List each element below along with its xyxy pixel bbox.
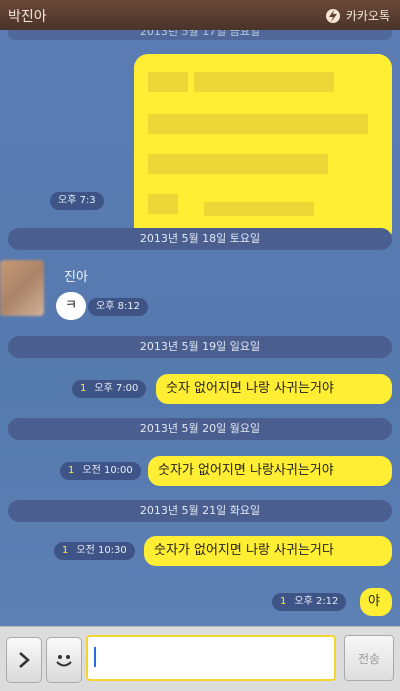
brand-logo: 카카오톡 [325,7,390,24]
message-time: 오전 10:30 [76,545,127,556]
kakaotalk-bolt-icon [325,8,340,23]
unread-count: 1 [80,383,87,394]
contact-name: 박진아 [8,9,47,25]
message-meta: 1 오전 10:00 [60,462,141,480]
date-divider: 2013년 5월 18일 토요일 [8,228,392,250]
outgoing-message-bubble[interactable]: 숫자가 없어지면 나랑사귀는거야 [148,456,392,486]
unread-count: 1 [62,545,69,556]
unread-count: 1 [68,465,75,476]
message-time: 오후 7:00 [94,383,139,394]
outgoing-message-bubble[interactable]: 숫자가 없어지면 나랑 사귀는거다 [144,536,392,566]
sender-name: 진아 [64,270,88,285]
emoticon-button[interactable] [46,637,82,683]
date-divider: 2013년 5월 21일 화요일 [8,500,392,522]
message-time: 오후 7:3 [58,195,96,206]
chat-area[interactable]: 2013년 5월 17일 금요일 오후 7:3 2013년 5월 18일 토요일… [0,30,400,626]
message-time: 오후 2:12 [294,596,339,607]
chevron-right-icon [19,652,30,668]
outgoing-message-bubble[interactable]: 야 [360,588,392,616]
composer-bar: 전송 [0,626,400,691]
chat-header: 박진아 카카오톡 [0,0,400,30]
incoming-message-bubble[interactable]: ㅋ [56,292,86,320]
expand-button[interactable] [6,637,42,683]
date-divider: 2013년 5월 19일 일요일 [8,336,392,358]
send-button[interactable]: 전송 [344,635,394,681]
outgoing-message-bubble[interactable]: 숫자 없어지면 나랑 사귀는거야 [156,374,392,404]
unread-count: 1 [280,596,287,607]
message-time: 오전 10:00 [82,465,133,476]
text-cursor [94,647,96,667]
blurred-message-bubble[interactable] [134,54,392,244]
smiley-icon [56,655,72,667]
message-time: 오후 8:12 [88,298,149,316]
message-meta: 1 오후 2:12 [272,593,347,611]
message-meta: 1 오전 10:30 [54,542,135,560]
message-meta: 1 오후 7:00 [72,380,147,398]
avatar[interactable] [0,260,44,316]
message-meta: 오후 7:3 [50,192,104,210]
brand-name: 카카오톡 [345,9,390,23]
message-input[interactable] [86,635,336,681]
date-divider: 2013년 5월 20일 월요일 [8,418,392,440]
date-divider: 2013년 5월 17일 금요일 [8,30,392,40]
